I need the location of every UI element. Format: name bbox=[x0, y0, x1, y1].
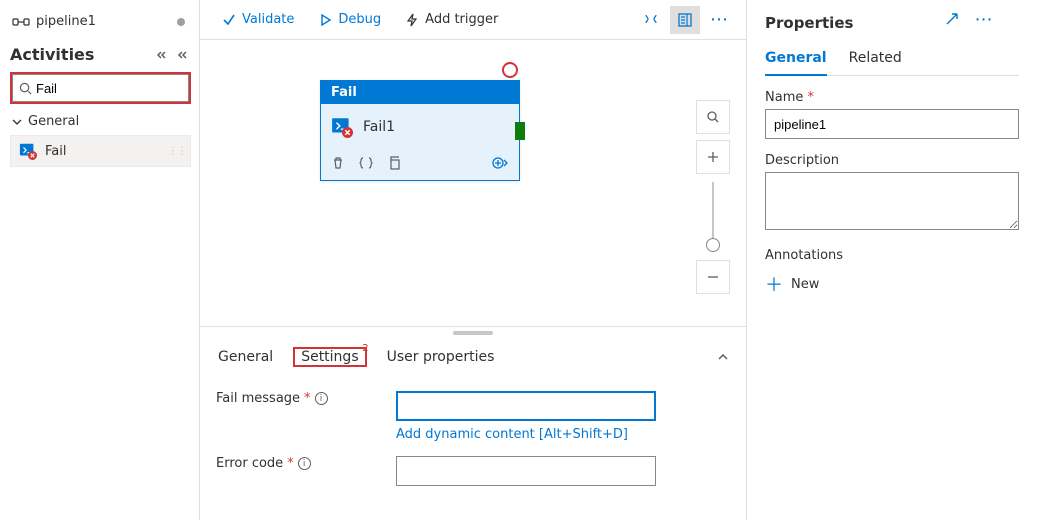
tab-general[interactable]: General bbox=[216, 347, 275, 367]
zoom-thumb[interactable] bbox=[706, 238, 720, 252]
activities-search-highlight bbox=[10, 72, 191, 104]
fail-message-label: Fail message * i bbox=[216, 391, 396, 406]
pipeline-description-input[interactable] bbox=[765, 172, 1019, 230]
fail-activity-icon bbox=[331, 116, 353, 138]
drag-grip-icon: ⋮⋮ bbox=[168, 146, 186, 157]
resize-handle[interactable] bbox=[453, 331, 493, 335]
collapse-activities-icon[interactable] bbox=[157, 48, 171, 62]
success-port[interactable] bbox=[515, 122, 525, 140]
category-label: General bbox=[28, 114, 79, 129]
properties-toggle-button[interactable] bbox=[670, 6, 700, 34]
fit-view-button[interactable] bbox=[696, 100, 730, 134]
debug-button[interactable]: Debug bbox=[308, 8, 391, 31]
pipeline-tab[interactable]: pipeline1 bbox=[10, 10, 191, 39]
tab-user-properties[interactable]: User properties bbox=[385, 347, 497, 367]
pipeline-icon bbox=[12, 15, 30, 29]
description-label: Description bbox=[765, 153, 1019, 168]
fail-message-input[interactable] bbox=[396, 391, 656, 421]
pipeline-tab-title: pipeline1 bbox=[36, 14, 96, 29]
annotation-circle-icon bbox=[502, 62, 518, 78]
hide-sidebar-icon[interactable] bbox=[177, 48, 191, 62]
add-trigger-button[interactable]: Add trigger bbox=[395, 8, 508, 31]
activity-item-fail[interactable]: Fail ⋮⋮ bbox=[10, 135, 191, 167]
props-tab-related[interactable]: Related bbox=[849, 46, 902, 75]
activity-item-label: Fail bbox=[45, 144, 66, 159]
plus-icon: ＋ bbox=[765, 271, 783, 297]
chevron-down-icon bbox=[12, 117, 22, 127]
category-general[interactable]: General bbox=[10, 104, 191, 133]
activities-search-input[interactable] bbox=[36, 81, 212, 96]
zoom-slider[interactable] bbox=[712, 182, 714, 252]
zoom-in-button[interactable] bbox=[696, 140, 730, 174]
annotations-label: Annotations bbox=[765, 248, 1019, 263]
settings-error-badge: 2 bbox=[362, 343, 368, 354]
add-annotation-button[interactable]: ＋ New bbox=[765, 267, 1019, 301]
fail-activity-icon bbox=[19, 142, 37, 160]
code-braces-icon[interactable] bbox=[359, 156, 373, 170]
props-tab-general[interactable]: General bbox=[765, 46, 827, 76]
tab-settings[interactable]: Settings 2 bbox=[299, 347, 360, 367]
node-name: Fail1 bbox=[363, 119, 395, 135]
add-dynamic-content-link[interactable]: Add dynamic content [Alt+Shift+D] bbox=[396, 427, 628, 442]
info-icon[interactable]: i bbox=[298, 457, 311, 470]
pipeline-name-input[interactable] bbox=[765, 109, 1019, 139]
error-code-input[interactable] bbox=[396, 456, 656, 486]
node-type-label: Fail bbox=[321, 81, 519, 104]
activity-node-fail[interactable]: Fail Fail1 bbox=[320, 80, 520, 181]
settings-tab-highlight: Settings 2 bbox=[293, 347, 366, 367]
pipeline-canvas[interactable]: Fail Fail1 bbox=[200, 40, 746, 326]
copy-icon[interactable] bbox=[387, 156, 401, 170]
add-output-icon[interactable] bbox=[491, 156, 509, 170]
name-label: Name * bbox=[765, 90, 1019, 105]
pipeline-toolbar: Validate Debug Add trigger ⋯ bbox=[200, 0, 746, 40]
collapse-details-icon[interactable] bbox=[716, 350, 730, 364]
activity-details-panel: General Settings 2 User properties Fail … bbox=[200, 326, 746, 520]
activities-heading: Activities bbox=[10, 45, 157, 64]
properties-panel: Properties General Related Name * Descri… bbox=[747, 0, 1037, 520]
properties-title: Properties bbox=[765, 14, 1019, 32]
search-icon bbox=[19, 82, 32, 95]
info-icon[interactable]: i bbox=[315, 392, 328, 405]
delete-icon[interactable] bbox=[331, 156, 345, 170]
toolbar-more-button[interactable]: ⋯ bbox=[704, 6, 734, 34]
zoom-out-button[interactable] bbox=[696, 260, 730, 294]
code-view-button[interactable] bbox=[636, 6, 666, 34]
validate-button[interactable]: Validate bbox=[212, 8, 304, 31]
error-code-label: Error code * i bbox=[216, 456, 396, 471]
dirty-indicator-icon bbox=[177, 18, 185, 26]
